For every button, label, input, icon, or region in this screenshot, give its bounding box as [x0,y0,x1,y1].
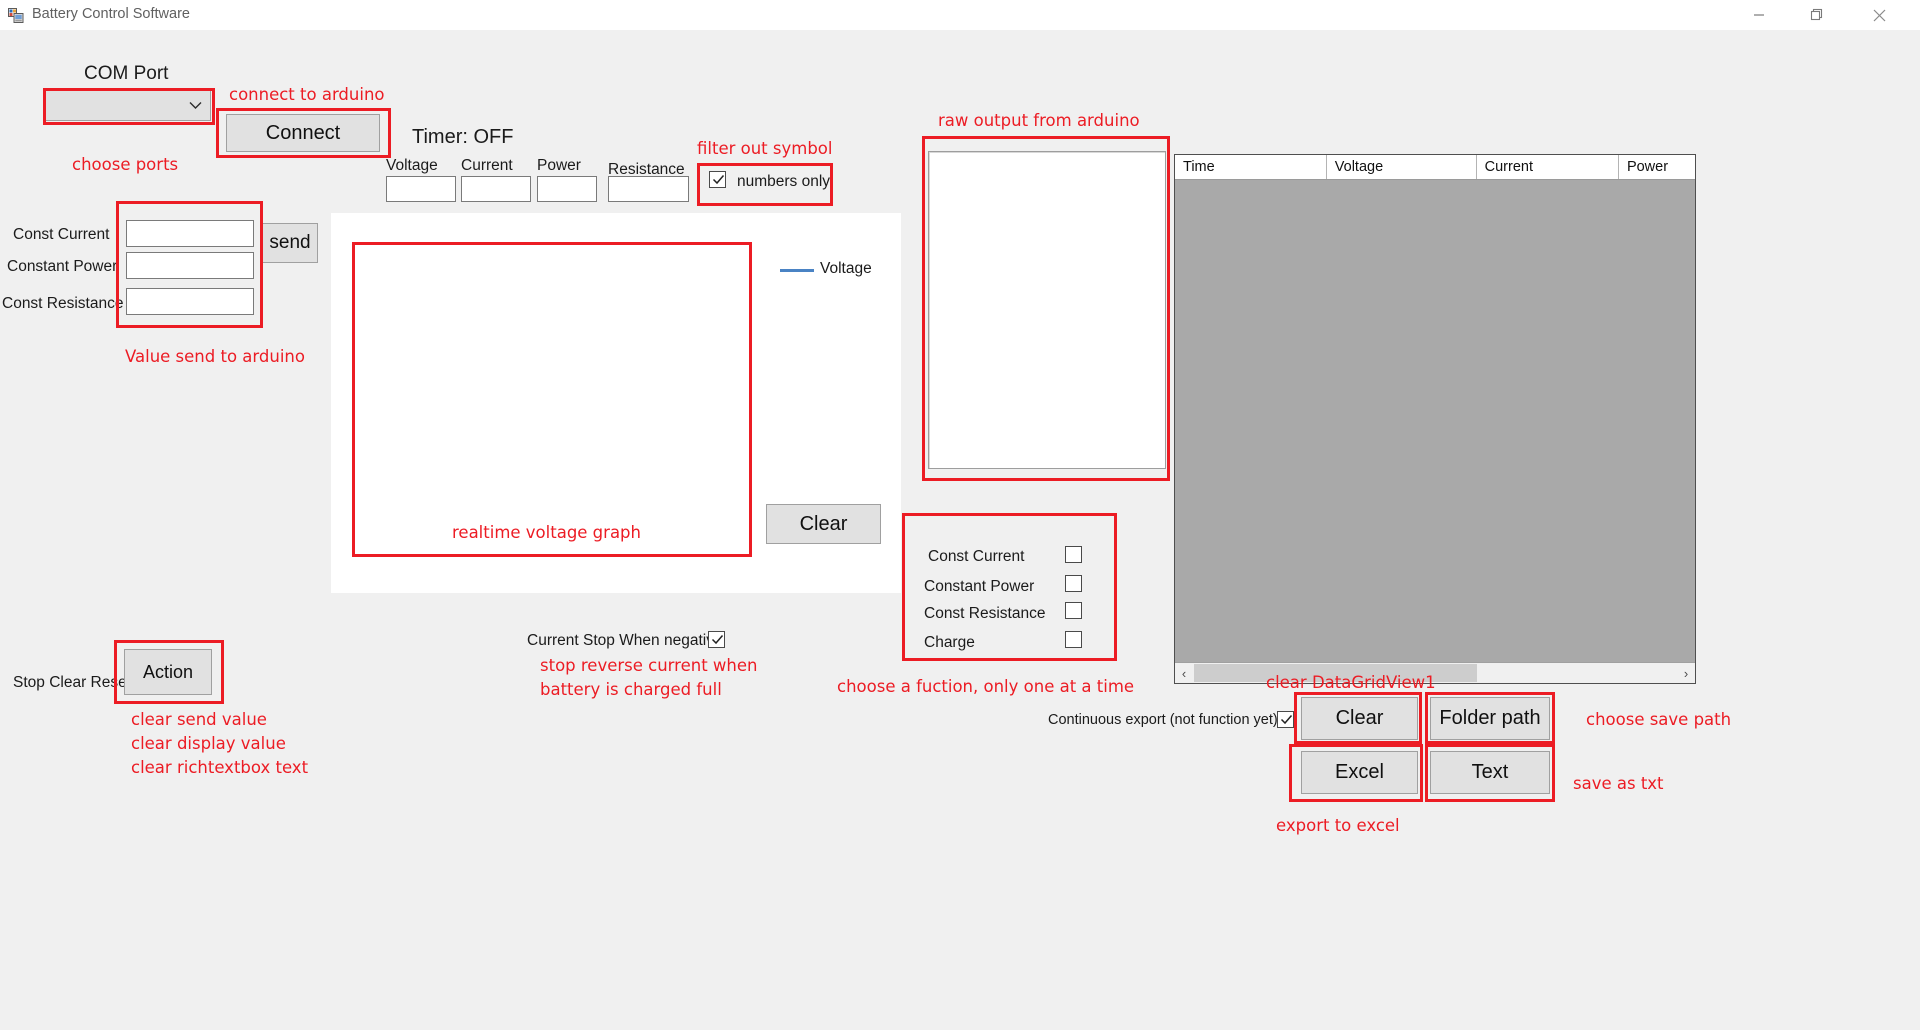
function-const-current-label: Const Current [928,548,1025,565]
annotation-value-send-to-arduino: Value send to arduino [125,347,305,366]
close-button[interactable] [1856,0,1902,30]
annotation-stop-reverse-line1: stop reverse current when [540,656,758,675]
send-const-resistance-field[interactable] [126,288,254,315]
annotation-realtime-voltage-graph: realtime voltage graph [452,523,641,542]
annotation-choose-save-path: choose save path [1586,710,1732,729]
power-readout-field[interactable] [537,176,597,202]
scroll-left-arrow-icon[interactable]: ‹ [1175,663,1193,683]
function-constant-power-checkbox[interactable] [1065,575,1082,592]
voltage-readout-field[interactable] [386,176,456,202]
annotation-choose-function: choose a fuction, only one at a time [837,677,1135,696]
maximize-button[interactable] [1794,0,1840,30]
annotation-raw-output: raw output from arduino [938,111,1140,130]
application-window: Battery Control Software COM Port Connec… [0,0,1920,1030]
annotation-filter-out-symbol: filter out symbol [697,139,833,158]
timer-status-label: Timer: OFF [412,126,514,148]
window-title: Battery Control Software [32,6,190,22]
annotation-export-to-excel: export to excel [1276,816,1400,835]
numbers-only-checkbox[interactable] [709,171,726,188]
data-grid-view[interactable]: Time Voltage Current Power ‹ › [1174,154,1696,684]
com-port-label: COM Port [84,63,169,84]
column-header-current[interactable]: Current [1476,155,1619,179]
raw-output-textbox[interactable] [928,151,1166,469]
chevron-down-icon [189,97,202,115]
minimize-button[interactable] [1736,0,1782,30]
function-charge-label: Charge [924,634,975,651]
annotation-connect-to-arduino: connect to arduino [229,85,385,104]
export-clear-button[interactable]: Clear [1301,697,1418,740]
export-excel-button[interactable]: Excel [1301,751,1418,794]
title-bar: Battery Control Software [0,0,1920,31]
current-readout-field[interactable] [461,176,531,202]
send-const-resistance-label: Const Resistance [2,295,124,312]
annotation-stop-reverse-line2: battery is charged full [540,680,722,699]
annotation-clear-datagridview: clear DataGridView1 [1266,673,1436,692]
com-port-dropdown[interactable] [45,90,211,121]
continuous-export-label: Continuous export (not function yet) [1048,712,1278,728]
send-const-current-label: Const Current [13,226,110,243]
column-header-voltage[interactable]: Voltage [1326,155,1477,179]
continuous-export-checkbox[interactable] [1277,711,1294,728]
checkmark-icon [710,632,725,652]
data-grid-body [1175,180,1695,662]
data-grid-header-row: Time Voltage Current Power [1175,155,1695,180]
send-button[interactable]: send [262,223,318,263]
folder-path-button[interactable]: Folder path [1430,697,1550,740]
checkmark-icon [711,172,726,192]
action-button[interactable]: Action [124,649,212,695]
current-stop-checkbox[interactable] [708,631,725,648]
send-const-current-field[interactable] [126,220,254,247]
annotation-action-line2: clear display value [131,734,286,753]
annotation-save-as-txt: save as txt [1573,774,1664,793]
send-constant-power-label: Constant Power [7,258,118,275]
action-prefix-label: Stop Clear Reset [13,674,132,691]
voltage-readout-label: Voltage [386,157,438,174]
resistance-readout-field[interactable] [608,176,689,202]
client-area: COM Port Connect Timer: OFF Voltage Curr… [0,30,1920,1030]
column-header-power[interactable]: Power [1618,155,1695,179]
scroll-right-arrow-icon[interactable]: › [1677,663,1695,683]
chart-legend-swatch [780,269,814,272]
numbers-only-label: numbers only [737,173,831,190]
export-text-button[interactable]: Text [1430,751,1550,794]
app-icon [8,7,24,23]
connect-button[interactable]: Connect [226,114,380,152]
annotation-action-line1: clear send value [131,710,267,729]
annotation-action-line3: clear richtextbox text [131,758,309,777]
function-constant-power-label: Constant Power [924,578,1035,595]
chart-legend-label: Voltage [820,260,872,277]
checkmark-icon [1279,712,1294,732]
function-const-resistance-label: Const Resistance [924,605,1046,622]
current-stop-label: Current Stop When negative [527,632,723,649]
function-const-current-checkbox[interactable] [1065,546,1082,563]
power-readout-label: Power [537,157,581,174]
send-constant-power-field[interactable] [126,252,254,279]
function-charge-checkbox[interactable] [1065,631,1082,648]
chart-clear-button[interactable]: Clear [766,504,881,544]
function-const-resistance-checkbox[interactable] [1065,602,1082,619]
annotation-choose-ports: choose ports [72,155,179,174]
current-readout-label: Current [461,157,513,174]
column-header-time[interactable]: Time [1175,155,1327,179]
